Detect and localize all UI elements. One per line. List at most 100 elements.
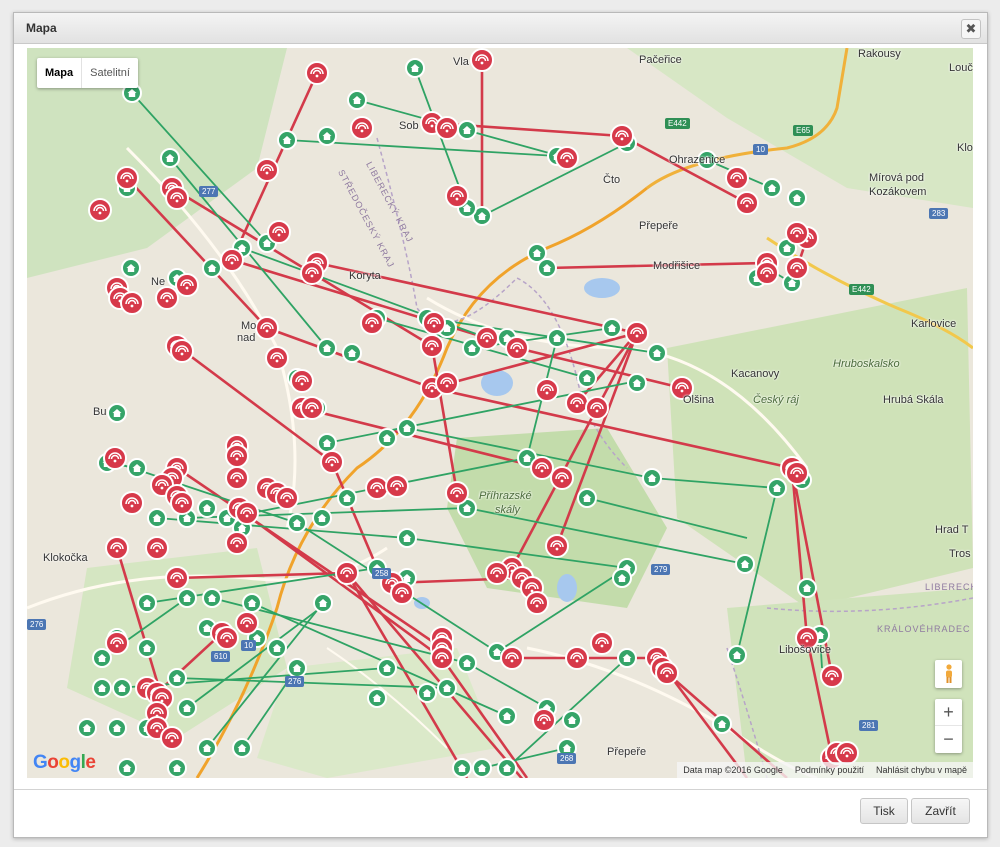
house-node-icon[interactable] xyxy=(457,653,477,673)
wireless-ap-icon[interactable] xyxy=(88,198,112,222)
wireless-ap-icon[interactable] xyxy=(430,646,454,670)
house-node-icon[interactable] xyxy=(457,120,477,140)
house-node-icon[interactable] xyxy=(121,258,141,278)
wireless-ap-icon[interactable] xyxy=(505,336,529,360)
house-node-icon[interactable] xyxy=(313,593,333,613)
wireless-ap-icon[interactable] xyxy=(485,561,509,585)
house-node-icon[interactable] xyxy=(787,188,807,208)
wireless-ap-icon[interactable] xyxy=(590,631,614,655)
wireless-ap-icon[interactable] xyxy=(350,116,374,140)
house-node-icon[interactable] xyxy=(167,668,187,688)
house-node-icon[interactable] xyxy=(312,508,332,528)
wireless-ap-icon[interactable] xyxy=(422,311,446,335)
wireless-ap-icon[interactable] xyxy=(305,61,329,85)
wireless-ap-icon[interactable] xyxy=(155,286,179,310)
house-node-icon[interactable] xyxy=(137,638,157,658)
wireless-ap-icon[interactable] xyxy=(165,566,189,590)
wireless-ap-icon[interactable] xyxy=(585,396,609,420)
house-node-icon[interactable] xyxy=(92,678,112,698)
wireless-ap-icon[interactable] xyxy=(165,186,189,210)
wireless-ap-icon[interactable] xyxy=(550,466,574,490)
wireless-ap-icon[interactable] xyxy=(532,708,556,732)
wireless-ap-icon[interactable] xyxy=(300,261,324,285)
house-node-icon[interactable] xyxy=(712,714,732,734)
wireless-ap-icon[interactable] xyxy=(360,311,384,335)
wireless-ap-icon[interactable] xyxy=(470,48,494,72)
wireless-ap-icon[interactable] xyxy=(320,450,344,474)
house-node-icon[interactable] xyxy=(397,418,417,438)
wireless-ap-icon[interactable] xyxy=(545,534,569,558)
house-node-icon[interactable] xyxy=(77,718,97,738)
wireless-ap-icon[interactable] xyxy=(225,531,249,555)
wireless-ap-icon[interactable] xyxy=(555,146,579,170)
wireless-ap-icon[interactable] xyxy=(535,378,559,402)
wireless-ap-icon[interactable] xyxy=(225,466,249,490)
wireless-ap-icon[interactable] xyxy=(255,316,279,340)
wireless-ap-icon[interactable] xyxy=(105,631,129,655)
house-node-icon[interactable] xyxy=(762,178,782,198)
wireless-ap-icon[interactable] xyxy=(565,646,589,670)
house-node-icon[interactable] xyxy=(727,645,747,665)
house-node-icon[interactable] xyxy=(317,126,337,146)
wireless-ap-icon[interactable] xyxy=(785,256,809,280)
zoom-in-button[interactable]: + xyxy=(935,699,962,726)
wireless-ap-icon[interactable] xyxy=(145,536,169,560)
wireless-ap-icon[interactable] xyxy=(170,339,194,363)
house-node-icon[interactable] xyxy=(347,90,367,110)
house-node-icon[interactable] xyxy=(397,528,417,548)
wireless-ap-icon[interactable] xyxy=(103,446,127,470)
house-node-icon[interactable] xyxy=(242,593,262,613)
house-node-icon[interactable] xyxy=(417,683,437,703)
dialog-close-icon[interactable]: ✖ xyxy=(961,19,981,39)
house-node-icon[interactable] xyxy=(562,710,582,730)
house-node-icon[interactable] xyxy=(107,403,127,423)
wireless-ap-icon[interactable] xyxy=(725,166,749,190)
wireless-ap-icon[interactable] xyxy=(220,248,244,272)
wireless-ap-icon[interactable] xyxy=(275,486,299,510)
wireless-ap-icon[interactable] xyxy=(610,124,634,148)
wireless-ap-icon[interactable] xyxy=(435,371,459,395)
wireless-ap-icon[interactable] xyxy=(215,626,239,650)
wireless-ap-icon[interactable] xyxy=(755,261,779,285)
wireless-ap-icon[interactable] xyxy=(335,561,359,585)
wireless-ap-icon[interactable] xyxy=(235,501,259,525)
house-node-icon[interactable] xyxy=(277,130,297,150)
house-node-icon[interactable] xyxy=(112,678,132,698)
wireless-ap-icon[interactable] xyxy=(435,116,459,140)
wireless-ap-icon[interactable] xyxy=(445,481,469,505)
house-node-icon[interactable] xyxy=(197,498,217,518)
house-node-icon[interactable] xyxy=(117,758,137,778)
wireless-ap-icon[interactable] xyxy=(735,191,759,215)
house-node-icon[interactable] xyxy=(107,718,127,738)
attribution-terms-link[interactable]: Podmínky použití xyxy=(789,762,870,778)
house-node-icon[interactable] xyxy=(232,738,252,758)
map-type-button-map[interactable]: Mapa xyxy=(37,58,83,88)
wireless-ap-icon[interactable] xyxy=(265,346,289,370)
wireless-ap-icon[interactable] xyxy=(655,661,679,685)
house-node-icon[interactable] xyxy=(767,478,787,498)
house-node-icon[interactable] xyxy=(547,328,567,348)
house-node-icon[interactable] xyxy=(537,258,557,278)
wireless-ap-icon[interactable] xyxy=(105,536,129,560)
house-node-icon[interactable] xyxy=(342,343,362,363)
wireless-ap-icon[interactable] xyxy=(120,291,144,315)
house-node-icon[interactable] xyxy=(92,648,112,668)
house-node-icon[interactable] xyxy=(617,648,637,668)
house-node-icon[interactable] xyxy=(177,698,197,718)
house-node-icon[interactable] xyxy=(647,343,667,363)
wireless-ap-icon[interactable] xyxy=(420,334,444,358)
house-node-icon[interactable] xyxy=(167,758,187,778)
house-node-icon[interactable] xyxy=(377,658,397,678)
wireless-ap-icon[interactable] xyxy=(835,741,859,765)
print-button[interactable]: Tisk xyxy=(860,798,908,824)
wireless-ap-icon[interactable] xyxy=(115,166,139,190)
wireless-ap-icon[interactable] xyxy=(530,456,554,480)
wireless-ap-icon[interactable] xyxy=(390,581,414,605)
wireless-ap-icon[interactable] xyxy=(120,491,144,515)
wireless-ap-icon[interactable] xyxy=(500,646,524,670)
wireless-ap-icon[interactable] xyxy=(785,461,809,485)
house-node-icon[interactable] xyxy=(472,758,492,778)
attribution-report-link[interactable]: Nahlásit chybu v mapě xyxy=(870,762,973,778)
wireless-ap-icon[interactable] xyxy=(365,476,389,500)
map-canvas[interactable]: Pačeřice Rakousy Louč Vla Ohrazenice Mír… xyxy=(27,48,973,778)
